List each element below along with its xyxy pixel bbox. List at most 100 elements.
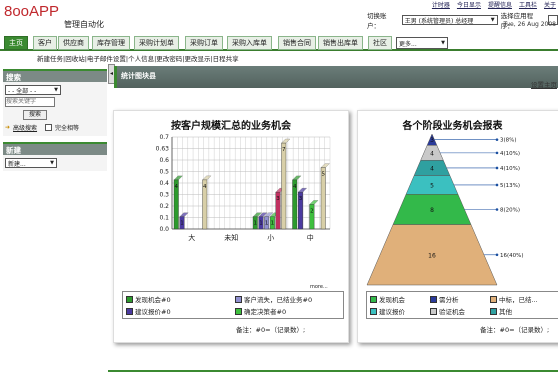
top-links: 计时器 今日显示 提醒信息 工具栏 关于 xyxy=(432,0,556,9)
tab-inventory[interactable]: 库存管理 xyxy=(92,36,130,50)
tab-sales-contract[interactable]: 销售合同 xyxy=(278,36,316,50)
search-keyword-input[interactable] xyxy=(5,97,55,107)
home-settings-link[interactable]: 设置主页 xyxy=(531,79,557,89)
x-tick-label: 未知 xyxy=(224,233,238,242)
account-select-value: 王男 (系统管理员) 总经理 xyxy=(404,17,474,25)
legend-item: 发现机会#0 xyxy=(126,294,171,304)
y-tick-label: 0.4 xyxy=(159,180,169,187)
bar-data-label: 1 xyxy=(265,221,269,227)
bar-top xyxy=(309,200,319,205)
search-section-title: 搜索 xyxy=(3,69,107,82)
y-tick-label: 0.6 xyxy=(159,157,169,164)
legend-item: 建议报价#0 xyxy=(126,306,171,316)
toplink-toolbar[interactable]: 工具栏 xyxy=(519,0,537,9)
bar-chart-note: 备注：#0=（记录数）; xyxy=(236,326,306,334)
bar-data-label: 4 xyxy=(293,184,297,190)
y-tick-label: 0.1 xyxy=(159,215,169,222)
leader-dot xyxy=(495,166,499,170)
main-nav: 主页 客户 供应商 库存管理 采购计划单 采购订单 采购入库单 销售合同 销售出… xyxy=(0,35,558,51)
new-item-select[interactable]: 新建... ▼ xyxy=(5,158,57,168)
x-tick-label: 中 xyxy=(307,233,314,242)
new-section-title: 新建 xyxy=(3,142,107,155)
y-tick-label: 0.0 xyxy=(159,226,169,233)
bar-data-label: 1 xyxy=(271,221,275,227)
search-scope-value: - - 全部 - - xyxy=(8,87,37,95)
leader-dot xyxy=(495,208,499,211)
y-tick-label: 0.3 xyxy=(159,192,169,199)
funnel-chart-legend: 发现机会 需分析 中标，已结... 建议报价 验证机会 其他 xyxy=(366,291,558,319)
tab-community[interactable]: 社区 xyxy=(368,36,392,50)
toplink-today[interactable]: 今日显示 xyxy=(457,0,481,9)
legend-item: 验证机会 xyxy=(430,306,465,316)
leader-dot xyxy=(495,253,499,257)
bar-top xyxy=(320,163,330,168)
x-tick-label: 小 xyxy=(267,233,274,242)
arrow-icon: ➜ xyxy=(5,124,11,131)
tab-suppliers[interactable]: 供应商 xyxy=(58,36,89,50)
legend-item: 客户流失，已结业务#0 xyxy=(235,294,312,304)
legend-item: 其他 xyxy=(490,306,512,316)
bar-chart-title: 按客户规模汇总的业务机会 xyxy=(171,121,291,132)
tab-purchase-plan[interactable]: 采购计划单 xyxy=(134,36,179,50)
tab-purchase-order[interactable]: 采购订单 xyxy=(185,36,223,50)
chevron-down-icon: ▼ xyxy=(490,17,495,23)
tab-purchase-receipt[interactable]: 采购入库单 xyxy=(227,36,272,50)
chevron-down-icon: ▼ xyxy=(50,160,54,166)
toplink-about[interactable]: 关于 xyxy=(544,0,556,9)
tab-home[interactable]: 主页 xyxy=(4,36,28,50)
funnel-value-label: 8 xyxy=(430,207,434,214)
tab-sales-delivery[interactable]: 销售出库单 xyxy=(318,36,363,50)
exact-match-checkbox[interactable] xyxy=(45,124,53,131)
legend-item: 建议报价 xyxy=(370,306,405,316)
tab-customers[interactable]: 客户 xyxy=(33,36,57,50)
funnel-value-label: 4 xyxy=(430,165,434,172)
legend-item: 确定决策者#0 xyxy=(235,306,286,316)
new-item-value: 新建... xyxy=(8,160,26,168)
bar-data-label: 1 xyxy=(180,221,184,227)
legend-swatch xyxy=(430,295,437,303)
leader-dot xyxy=(495,151,499,155)
current-date: Tue, 26 Aug 2008 xyxy=(503,21,557,28)
legend-label: 需分析 xyxy=(439,296,459,304)
advanced-search-link[interactable]: 高级搜索 xyxy=(13,123,37,132)
search-button[interactable]: 搜索 xyxy=(23,110,47,120)
legend-item: 发现机会 xyxy=(370,294,405,304)
more-link[interactable]: more... xyxy=(310,284,328,290)
more-tabs-select[interactable]: 更多... ▼ xyxy=(396,37,448,49)
bar-data-label: 4 xyxy=(203,184,207,190)
y-tick-label: 0.5 xyxy=(159,169,169,176)
legend-swatch xyxy=(370,295,377,303)
chevron-down-icon: ▼ xyxy=(54,87,58,93)
legend-label: 建议报价#0 xyxy=(135,308,171,316)
bar-data-label: 1 xyxy=(254,221,258,227)
legend-swatch xyxy=(490,307,497,315)
account-select[interactable]: 王男 (系统管理员) 总经理 ▼ xyxy=(401,15,498,25)
funnel-percent-label: 8(20%) xyxy=(500,208,520,214)
app-subtitle: 管理自动化 xyxy=(64,20,104,29)
toplink-timer[interactable]: 计时器 xyxy=(432,0,450,9)
app-logo: 8ooAPP xyxy=(4,3,60,20)
toplink-reminder[interactable]: 提醒信息 xyxy=(488,0,512,9)
sub-nav-links[interactable]: 新建任务|回收站|电子邮件设置|个人信息|更改密码|更改显示|日程共享 xyxy=(37,53,239,63)
legend-label: 建议报价 xyxy=(379,308,405,316)
legend-item: 中标，已结... xyxy=(490,294,538,304)
legend-swatch xyxy=(430,307,437,315)
funnel-value-label: 4 xyxy=(430,150,434,157)
bar-chart: 0.00.10.20.30.40.50.60.630.7大414未知 小1 1 1 13… xyxy=(156,134,331,242)
bar-chart-legend: 发现机会#0 客户流失，已结业务#0 建议报价#0 确定决策者#0 xyxy=(122,291,344,319)
legend-swatch xyxy=(490,295,497,303)
search-scope-select[interactable]: - - 全部 - - ▼ xyxy=(5,85,61,95)
y-tick-label: 0.63 xyxy=(156,146,170,153)
sidebar: 搜索 - - 全部 - - ▼ 搜索 ➜ 高级搜索 完全相等 新建 新建... ▼ xyxy=(3,69,107,171)
bar-top xyxy=(179,212,189,217)
bar-chart-card: 按客户规模汇总的业务机会 0.0 0.1 0.2 0.3 0.4 0.5 0.6 0.63 0.… xyxy=(113,110,349,343)
legend-swatch xyxy=(126,295,133,303)
bar-data-label: 5 xyxy=(322,172,326,178)
funnel-percent-label: 4(10%) xyxy=(500,151,520,157)
exact-match-label: 完全相等 xyxy=(55,125,80,132)
funnel-value-label: 5 xyxy=(430,182,434,189)
more-tabs-value: 更多... xyxy=(399,40,417,48)
bar-data-label: 7 xyxy=(282,147,286,153)
funnel-chart: 3 3(8%) 4 4(10%) 4 4(10%) 5 5(13%) 8 8(20%) 16 16(4… xyxy=(366,133,524,286)
legend-label: 中标，已结... xyxy=(499,296,538,304)
